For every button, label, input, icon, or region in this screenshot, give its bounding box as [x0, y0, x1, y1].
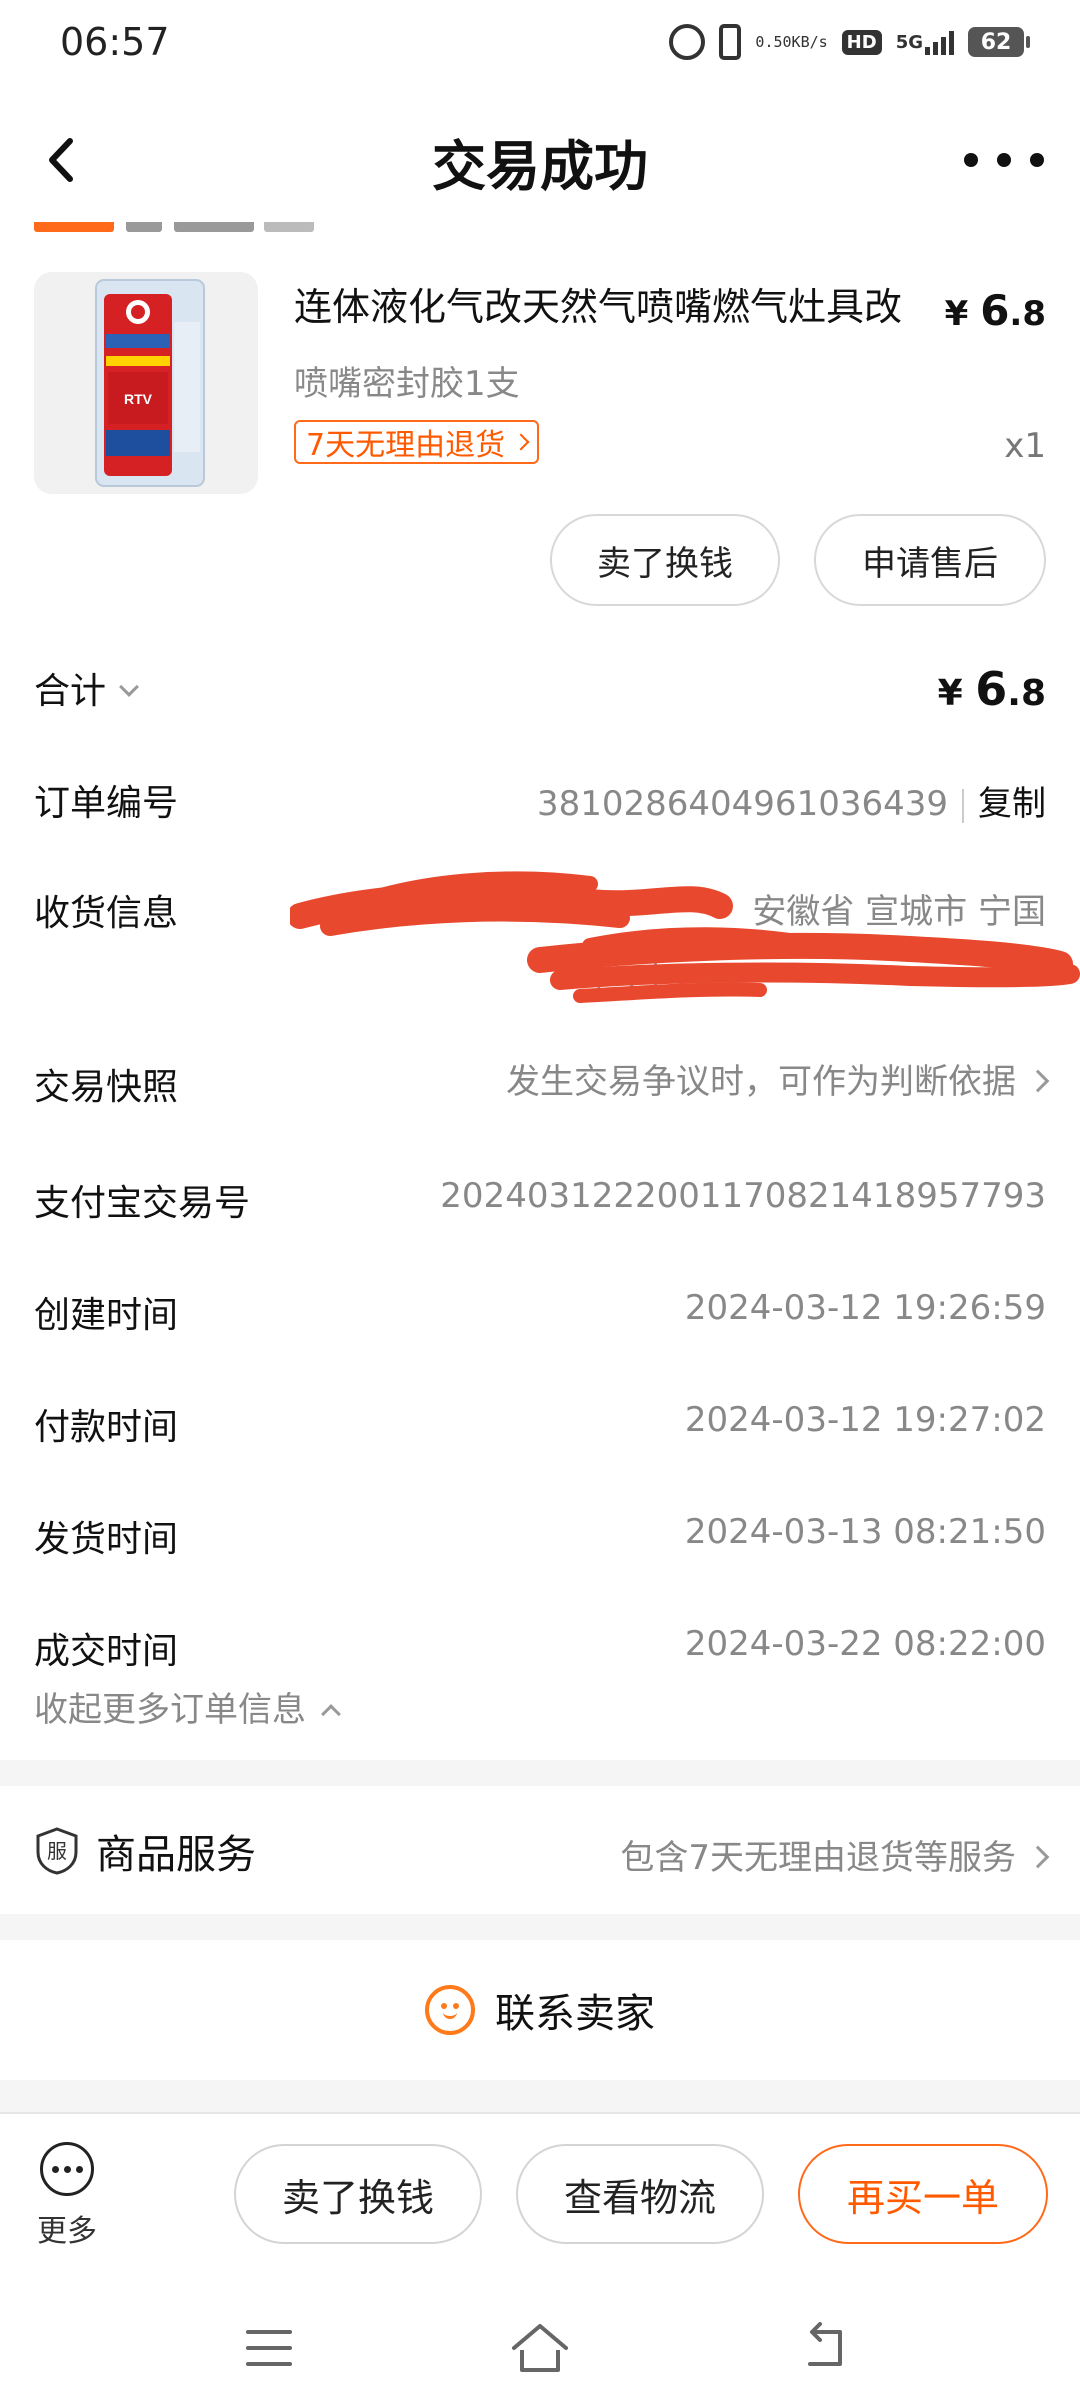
- shipped-time-label: 发货时间: [34, 1519, 179, 1560]
- total-label-row[interactable]: 合计: [34, 662, 139, 714]
- network-speed: 0.50 KB/s: [755, 33, 828, 51]
- closed-time: 2024-03-22 08:22:00: [684, 1624, 1046, 1664]
- more-label: 更多: [37, 2214, 97, 2249]
- chevron-up-icon: [321, 1703, 341, 1724]
- chevron-right-icon: [1026, 1069, 1050, 1092]
- bottom-action-bar: 更多 卖了换钱 查看物流 再买一单: [0, 2112, 1080, 2282]
- snapshot-row[interactable]: 发生交易争议时，可作为判断依据: [506, 1054, 1050, 1103]
- page-title: 交易成功: [432, 135, 648, 198]
- shipped-time: 2024-03-13 08:21:50: [684, 1512, 1046, 1552]
- paid-time: 2024-03-12 19:27:02: [684, 1400, 1046, 1440]
- shop-row-clipped: [34, 222, 374, 234]
- alipay-label: 支付宝交易号: [34, 1183, 251, 1224]
- product-image[interactable]: RTV: [34, 272, 258, 494]
- product-title[interactable]: 连体液化气改天然气喷嘴燃气灶具改: [294, 282, 934, 332]
- section-divider: [0, 1914, 1080, 1940]
- order-number-label: 订单编号: [34, 783, 179, 824]
- created-time: 2024-03-12 19:26:59: [684, 1288, 1046, 1328]
- closed-time-label: 成交时间: [34, 1631, 179, 1672]
- snapshot-label: 交易快照: [34, 1067, 179, 1108]
- snapshot-value: 发生交易争议时，可作为判断依据: [506, 1062, 1016, 1102]
- contact-seller-button[interactable]: 联系卖家: [0, 1960, 1080, 2060]
- service-label: 商品服务: [96, 1832, 256, 1878]
- after-sale-button[interactable]: 申请售后: [814, 514, 1046, 606]
- redaction-scribble: [290, 871, 1080, 1003]
- back-nav-icon[interactable]: [800, 2322, 850, 2372]
- status-bar: 06:57 0.50 KB/s HD 5G 62: [0, 0, 1080, 84]
- signal-icon: 5G: [896, 29, 954, 55]
- home-icon[interactable]: [508, 2320, 572, 2376]
- hd-icon: HD: [841, 29, 882, 55]
- smile-icon: [425, 1985, 475, 2035]
- system-navigation-bar: [0, 2290, 1080, 2408]
- section-divider: [0, 1760, 1080, 1786]
- order-number-row: 3810286404961036439 复制: [537, 776, 1046, 825]
- paid-time-label: 付款时间: [34, 1407, 179, 1448]
- view-logistics-button[interactable]: 查看物流: [516, 2144, 764, 2244]
- order-number: 3810286404961036439: [536, 784, 948, 824]
- chevron-right-icon: [512, 433, 530, 451]
- shipping-info-label: 收货信息: [34, 893, 179, 934]
- more-button[interactable]: 更多: [30, 2142, 104, 2250]
- section-divider: [0, 2080, 1080, 2112]
- contact-seller-label: 联系卖家: [495, 1991, 655, 2037]
- header: 交易成功: [0, 100, 1080, 220]
- collapse-order-info-link[interactable]: 收起更多订单信息: [34, 1682, 341, 1731]
- product-spec: 喷嘴密封胶1支: [294, 364, 520, 404]
- created-time-label: 创建时间: [34, 1295, 179, 1336]
- shield-icon: 服: [36, 1827, 78, 1875]
- status-icons: 0.50 KB/s HD 5G 62: [669, 22, 1030, 62]
- menu-icon[interactable]: [246, 2330, 292, 2366]
- chevron-right-icon: [1026, 1845, 1050, 1868]
- alipay-number: 2024031222001170821418957793: [440, 1176, 1046, 1216]
- more-options-icon[interactable]: [964, 140, 1044, 180]
- sell-for-cash-button[interactable]: 卖了换钱: [550, 514, 780, 606]
- total-amount: ¥ 6.8: [937, 662, 1046, 716]
- buy-again-button[interactable]: 再买一单: [798, 2144, 1048, 2244]
- chevron-down-icon: [119, 677, 139, 697]
- service-value-row: 包含7天无理由退货等服务: [620, 1830, 1050, 1879]
- vibrate-icon: [719, 24, 742, 60]
- status-time: 06:57: [60, 20, 170, 64]
- copy-button[interactable]: 复制: [978, 784, 1046, 824]
- product-price: ¥ 6.8: [944, 286, 1046, 335]
- product-quantity: x1: [1004, 426, 1046, 466]
- service-value: 包含7天无理由退货等服务: [620, 1838, 1016, 1878]
- svg-text:服: 服: [47, 1839, 67, 1863]
- sell-for-cash-bottom-button[interactable]: 卖了换钱: [234, 2144, 482, 2244]
- battery-icon: 62: [968, 27, 1030, 57]
- return-policy-tag[interactable]: 7天无理由退货: [294, 420, 540, 464]
- alarm-icon: [669, 24, 706, 60]
- product-card[interactable]: RTV 连体液化气改天然气喷嘴燃气灶具改 ¥ 6.8 喷嘴密封胶1支 7天无理由…: [34, 272, 1046, 502]
- more-icon: [40, 2142, 94, 2196]
- product-image-brand: RTV: [124, 391, 153, 407]
